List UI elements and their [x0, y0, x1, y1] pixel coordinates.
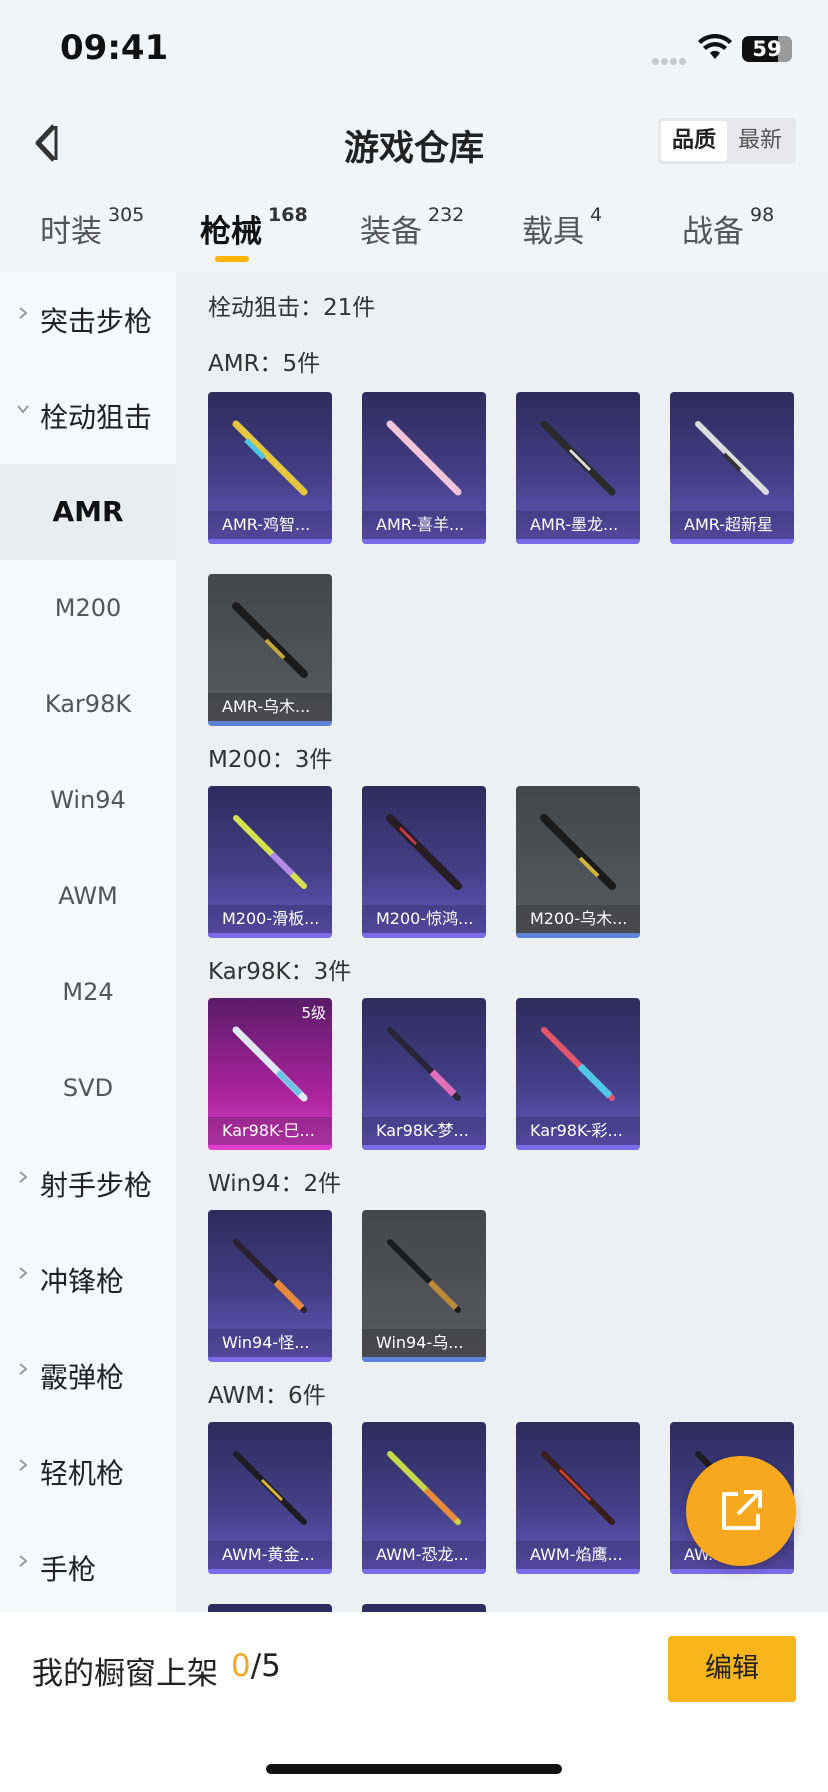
- rifle-icon: [540, 814, 616, 890]
- chevron-right-icon: [19, 1363, 28, 1375]
- sidebar-item-smg[interactable]: 冲锋枪: [0, 1232, 176, 1328]
- chevron-right-icon: [19, 1459, 28, 1471]
- section-title-awm: AWM：6件: [208, 1383, 326, 1409]
- weapon-card[interactable]: AMR-墨龙...: [516, 392, 640, 544]
- header: 游戏仓库 品质 最新: [0, 100, 828, 200]
- weapon-card[interactable]: Kar98K-彩...: [516, 998, 640, 1150]
- sidebar-sub-win94[interactable]: Win94: [0, 752, 176, 848]
- chevron-right-icon: [19, 307, 28, 319]
- rifle-icon: [233, 1451, 307, 1525]
- weapon-card[interactable]: Win94-乌...: [362, 1210, 486, 1362]
- rifle-icon: [541, 1027, 615, 1101]
- wifi-icon: [698, 34, 732, 59]
- sidebar-item-marksman-rifle[interactable]: 射手步枪: [0, 1136, 176, 1232]
- home-indicator[interactable]: [266, 1764, 562, 1774]
- sidebar-sub-m200[interactable]: M200: [0, 560, 176, 656]
- weapon-card[interactable]: [362, 1604, 486, 1612]
- sidebar-item-bolt-sniper[interactable]: 栓动狙击: [0, 368, 176, 464]
- weapon-card[interactable]: AWM-黄金...: [208, 1422, 332, 1574]
- rifle-icon: [232, 1026, 308, 1102]
- rifle-icon: [232, 602, 308, 678]
- section-title-win94: Win94：2件: [208, 1171, 342, 1197]
- weapon-card[interactable]: AMR-喜羊...: [362, 392, 486, 544]
- sidebar-item-assault-rifle[interactable]: 突击步枪: [0, 272, 176, 368]
- tab-supplies[interactable]: 战备 98: [682, 204, 774, 251]
- chevron-right-icon: [19, 1171, 28, 1183]
- category-title: 栓动狙击：21件: [208, 295, 376, 321]
- weapon-card[interactable]: AWM-恐龙...: [362, 1422, 486, 1574]
- weapon-card[interactable]: M200-滑板...: [208, 786, 332, 938]
- weapon-card[interactable]: Kar98K-梦...: [362, 998, 486, 1150]
- weapon-card[interactable]: AMR-鸡智...: [208, 392, 332, 544]
- rifle-icon: [541, 1451, 615, 1525]
- category-tabs: 时装 305 枪械 168 装备 232 载具 4 战备 98: [0, 200, 828, 272]
- showcase-count: 0/5: [231, 1648, 281, 1684]
- section-title-amr: AMR：5件: [208, 351, 321, 377]
- weapon-card[interactable]: AMR-乌木...: [208, 574, 332, 726]
- rifle-icon: [233, 1239, 307, 1313]
- share-icon: [722, 1490, 762, 1530]
- sort-toggle: 品质 最新: [658, 118, 796, 164]
- weapon-card[interactable]: 5级 Kar98K-巳...: [208, 998, 332, 1150]
- sidebar-item-lmg[interactable]: 轻机枪: [0, 1424, 176, 1520]
- signal-icon: [652, 50, 692, 65]
- rifle-icon: [387, 1239, 461, 1313]
- rifle-icon: [540, 420, 616, 496]
- tab-firearms[interactable]: 枪械 168: [200, 204, 308, 251]
- sidebar-sub-awm[interactable]: AWM: [0, 848, 176, 944]
- weapon-card[interactable]: Win94-怪...: [208, 1210, 332, 1362]
- sidebar-item-pistol[interactable]: 手枪: [0, 1520, 176, 1616]
- bottom-bar: 我的橱窗上架 0/5 编辑: [0, 1612, 828, 1792]
- weapon-card[interactable]: AMR-超新星: [670, 392, 794, 544]
- rifle-icon: [233, 815, 307, 889]
- chevron-down-icon: [17, 405, 29, 414]
- active-tab-indicator: [215, 256, 249, 262]
- share-button[interactable]: [686, 1456, 796, 1566]
- rifle-icon: [387, 1451, 461, 1525]
- sort-quality-button[interactable]: 品质: [661, 121, 727, 161]
- section-title-kar98k: Kar98K：3件: [208, 959, 352, 985]
- tab-equipment[interactable]: 装备 232: [360, 204, 464, 251]
- sort-newest-button[interactable]: 最新: [727, 121, 793, 161]
- sidebar-sub-svd[interactable]: SVD: [0, 1040, 176, 1136]
- status-bar: 09:41 59: [0, 0, 828, 100]
- showcase-label: 我的橱窗上架: [32, 1656, 218, 1692]
- weapon-card[interactable]: [208, 1604, 332, 1612]
- battery-icon: 59: [742, 36, 792, 62]
- sidebar-sub-m24[interactable]: M24: [0, 944, 176, 1040]
- status-time: 09:41: [60, 28, 169, 68]
- rifle-icon: [386, 420, 462, 496]
- tab-vehicles[interactable]: 载具 4: [522, 204, 602, 251]
- edit-button[interactable]: 编辑: [668, 1636, 796, 1702]
- sidebar-sub-kar98k[interactable]: Kar98K: [0, 656, 176, 752]
- rifle-icon: [386, 814, 462, 890]
- sidebar: 突击步枪 栓动狙击 AMR M200 Kar98K Win94 AWM M24 …: [0, 272, 176, 1612]
- chevron-right-icon: [19, 1555, 28, 1567]
- weapon-card[interactable]: AWM-焰鹰...: [516, 1422, 640, 1574]
- rifle-icon: [232, 420, 308, 496]
- rifle-icon: [387, 1027, 461, 1101]
- tab-outfits[interactable]: 时装 305: [40, 204, 144, 251]
- chevron-right-icon: [19, 1267, 28, 1279]
- section-title-m200: M200：3件: [208, 747, 333, 773]
- item-grid: 栓动狙击：21件 AMR：5件 AMR-鸡智... AMR-喜羊... AMR-…: [176, 272, 828, 1612]
- sidebar-sub-amr[interactable]: AMR: [0, 464, 176, 560]
- rifle-icon: [695, 421, 769, 495]
- sidebar-item-shotgun[interactable]: 霰弹枪: [0, 1328, 176, 1424]
- weapon-card[interactable]: M200-惊鸿...: [362, 786, 486, 938]
- weapon-card[interactable]: M200-乌木...: [516, 786, 640, 938]
